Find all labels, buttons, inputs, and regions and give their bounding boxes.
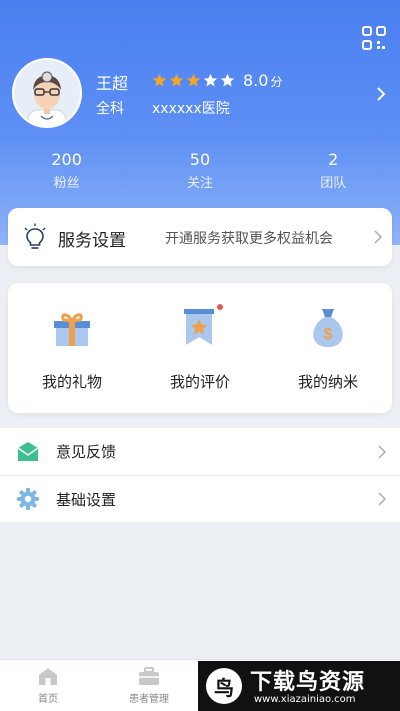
rating-stars	[152, 73, 235, 88]
chevron-right-icon	[374, 230, 382, 244]
watermark-logo-char: 鸟	[214, 676, 234, 700]
doctor-name: 王超	[96, 74, 129, 93]
tab-patient-management[interactable]: 患者管理	[119, 666, 179, 705]
my-nano-button[interactable]: $ 我的纳米	[264, 283, 392, 413]
stat-label: 粉丝	[53, 176, 80, 191]
gift-icon	[54, 313, 90, 346]
stat-following[interactable]: 50 关注	[133, 150, 266, 194]
feedback-envelope-icon	[17, 441, 39, 461]
doctor-department: 全科	[96, 101, 124, 117]
feedback-row[interactable]: 意见反馈	[0, 428, 400, 475]
star-filled-icon	[152, 73, 167, 87]
feature-label: 我的评价	[169, 373, 230, 391]
stat-value: 50	[189, 150, 211, 169]
stat-team[interactable]: 2 团队	[267, 150, 400, 194]
stat-value: 200	[51, 150, 82, 169]
rating-score-unit: 分	[270, 75, 283, 89]
briefcase-icon	[139, 667, 159, 685]
gear-icon	[17, 488, 39, 510]
watermark-url: www.xiazainiao.com	[254, 694, 356, 705]
stat-label: 团队	[320, 176, 347, 191]
doctor-hospital: xxxxxx医院	[152, 101, 230, 117]
stat-fans[interactable]: 200 粉丝	[0, 150, 133, 194]
watermark-title: 下载鸟资源	[250, 670, 366, 695]
feature-label: 我的礼物	[41, 373, 102, 391]
money-bag-icon: $	[313, 309, 343, 347]
service-settings-card[interactable]: 服务设置 开通服务获取更多权益机会	[8, 208, 392, 266]
chevron-right-icon	[378, 444, 386, 459]
home-icon	[39, 668, 57, 685]
tab-label: 首页	[38, 694, 58, 705]
my-gifts-button[interactable]: 我的礼物	[8, 283, 136, 413]
review-ribbon-icon	[184, 304, 223, 345]
settings-list: 意见反馈 基础设置	[0, 428, 400, 522]
feature-grid: 我的礼物 我的评价 $ 我的纳米	[8, 283, 392, 413]
doctor-avatar[interactable]	[12, 58, 82, 128]
rating-score: 8.0 分	[243, 71, 282, 90]
menu-label: 意见反馈	[56, 443, 117, 461]
tab-label: 患者管理	[129, 694, 169, 705]
service-settings-description: 开通服务获取更多权益机会	[165, 231, 333, 247]
star-empty-icon	[203, 73, 218, 87]
profile-stats: 200 粉丝 50 关注 2 团队	[0, 150, 400, 194]
star-filled-icon	[186, 73, 201, 87]
my-reviews-button[interactable]: 我的评价	[136, 283, 264, 413]
rating-score-value: 8.0	[243, 71, 269, 90]
watermark: 鸟 下载鸟资源 www.xiazainiao.com	[198, 661, 400, 711]
lightbulb-icon	[24, 223, 46, 249]
star-filled-icon	[169, 73, 184, 87]
basic-settings-row[interactable]: 基础设置	[0, 475, 400, 522]
star-empty-icon	[220, 73, 235, 87]
chevron-right-icon	[378, 492, 386, 506]
stat-label: 关注	[186, 176, 213, 191]
tab-home[interactable]: 首页	[18, 666, 78, 705]
stat-value: 2	[328, 150, 339, 169]
menu-label: 基础设置	[56, 490, 117, 509]
service-settings-title: 服务设置	[58, 231, 126, 251]
feature-label: 我的纳米	[297, 373, 358, 391]
qr-code-icon[interactable]	[362, 26, 386, 50]
profile-chevron-right-icon[interactable]	[376, 86, 386, 102]
svg-text:$: $	[324, 326, 333, 343]
watermark-logo: 鸟	[206, 668, 242, 704]
